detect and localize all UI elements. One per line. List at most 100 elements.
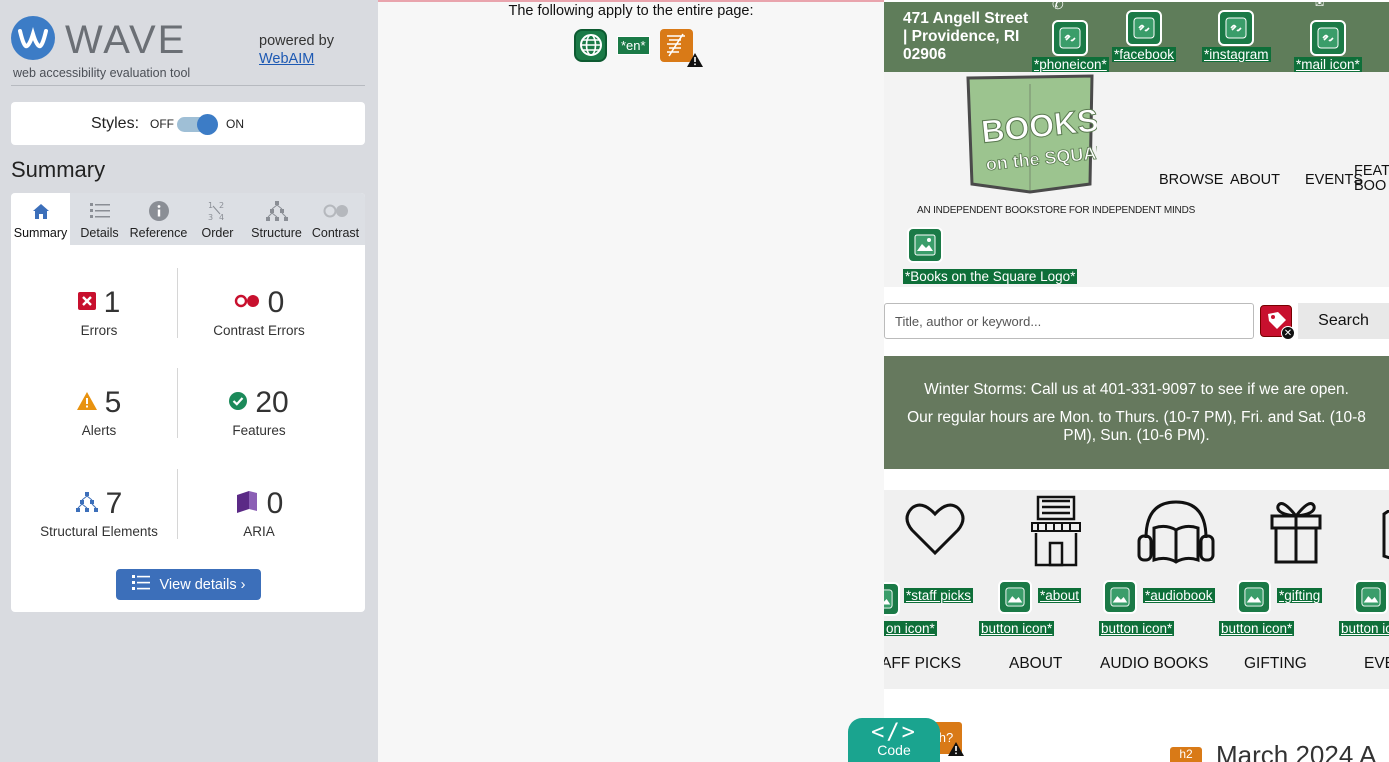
powered-by-text: powered by (259, 33, 334, 49)
image-alt-icon[interactable] (907, 227, 943, 263)
audiobook-icon[interactable] (1136, 498, 1216, 571)
events-alt-2: button ico (1339, 621, 1389, 636)
category-gifting[interactable]: GIFTING (1244, 655, 1307, 673)
stat-divider (177, 268, 178, 338)
category-events[interactable]: EVE (1364, 655, 1389, 673)
search-button[interactable]: Search (1298, 303, 1389, 339)
stat-errors[interactable]: 1 Errors (24, 285, 174, 365)
social-instagram[interactable]: *instagram (1202, 10, 1271, 64)
contrast-error-icon (234, 294, 260, 313)
tab-structure[interactable]: Structure (247, 193, 306, 245)
styles-toggle[interactable] (177, 114, 218, 135)
search-row: ✕ Search (884, 303, 1389, 340)
alerts-count: 5 (104, 386, 122, 419)
wave-logo-row: WAVE web accessibility evaluation tool p… (11, 16, 365, 86)
stat-contrast-errors[interactable]: 0 Contrast Errors (184, 285, 334, 365)
styles-on-label: ON (226, 117, 244, 131)
phone-icon: ✆ (1052, 0, 1064, 12)
image-link-icon[interactable] (1103, 580, 1137, 614)
stat-structural[interactable]: 7 Structural Elements (24, 486, 174, 566)
social-facebook[interactable]: *facebook (1112, 10, 1177, 64)
category-audio-books[interactable]: AUDIO BOOKS (1100, 655, 1209, 673)
toggle-knob[interactable] (197, 114, 218, 135)
link-image-icon[interactable] (1052, 20, 1089, 56)
svg-text:1: 1 (208, 201, 213, 210)
tab-details[interactable]: Details (70, 193, 129, 245)
missing-label-error-icon[interactable]: ✕ (1260, 305, 1295, 340)
search-input[interactable] (884, 303, 1254, 339)
social-phone[interactable]: ✆ *phoneicon* (1032, 0, 1109, 74)
view-details-label: View details › (159, 576, 246, 593)
mail-icon: ✉ (1315, 0, 1325, 10)
list-icon (70, 200, 129, 222)
powered-by: powered by WebAIM (259, 32, 334, 68)
gift-icon[interactable] (1268, 496, 1324, 569)
audiobook-alt-1: *audiobook (1143, 588, 1215, 603)
code-button[interactable]: </> Code (848, 718, 940, 762)
staff-picks-alt-1: *staff picks (904, 588, 974, 603)
warning-badge-icon (948, 742, 964, 761)
wave-sidebar: WAVE web accessibility evaluation tool p… (0, 0, 378, 762)
alert-icon (76, 391, 97, 415)
errors-count: 1 (103, 286, 121, 319)
aria-label: ARIA (243, 524, 275, 539)
tab-bar: Summary Details Reference 1234 Order Str… (11, 193, 365, 245)
nav-about[interactable]: ABOUT (1230, 172, 1280, 188)
about-alt-1: *about (1038, 588, 1082, 603)
tab-summary[interactable]: Summary (11, 193, 70, 245)
store-icon[interactable] (1028, 495, 1084, 572)
notice-line-1: Winter Storms: Call us at 401-331-9097 t… (924, 381, 1349, 398)
tab-reference[interactable]: Reference (129, 193, 188, 245)
social-mail[interactable]: ✉ *mail icon* (1294, 0, 1362, 74)
errors-label: Errors (80, 323, 118, 338)
language-globe-icon[interactable] (574, 28, 607, 62)
site-top-bar: 471 Angell Street | Providence, RI 02906… (884, 0, 1389, 74)
category-band: *staff picks on icon* *about button icon… (884, 490, 1389, 689)
structural-count: 7 (105, 487, 123, 520)
heart-icon[interactable] (904, 498, 966, 565)
code-button-label: Code (877, 742, 911, 758)
list-icon (131, 575, 150, 594)
view-details-button[interactable]: View details › (116, 569, 261, 600)
feature-icon (229, 391, 248, 415)
image-link-icon[interactable] (998, 580, 1032, 614)
link-image-icon[interactable] (1218, 10, 1255, 46)
contrast-errors-count: 0 (267, 286, 285, 319)
aria-icon (235, 490, 259, 518)
nav-browse[interactable]: BROWSE (1159, 172, 1223, 188)
tab-contrast-label: Contrast (311, 226, 360, 240)
store-tagline: AN INDEPENDENT BOOKSTORE FOR INDEPENDENT… (917, 205, 1196, 216)
stat-aria[interactable]: 0 ARIA (184, 486, 334, 566)
link-image-icon[interactable] (1309, 20, 1346, 56)
events-icon[interactable] (1382, 508, 1389, 565)
books-on-the-square-logo[interactable]: BOOKS on the SQUARE (962, 74, 1123, 196)
h2-heading-icon[interactable]: h2 (1170, 747, 1202, 762)
order-icon: 1234 (188, 200, 247, 222)
category-about[interactable]: ABOUT (1009, 655, 1062, 673)
image-link-icon[interactable] (1237, 580, 1271, 614)
stat-features[interactable]: 20 Features (184, 385, 334, 465)
tab-reference-label: Reference (129, 226, 188, 240)
tab-structure-label: Structure (251, 226, 302, 240)
image-link-icon[interactable] (1354, 580, 1388, 614)
image-link-icon[interactable] (884, 582, 900, 616)
gifting-alt-1: *gifting (1277, 588, 1323, 603)
wave-logo-word: WAVE (65, 18, 187, 62)
structural-label: Structural Elements (40, 524, 158, 539)
error-icon (77, 291, 96, 315)
social-mail-label: *mail icon* (1294, 57, 1362, 72)
tab-contrast[interactable]: Contrast (306, 193, 365, 245)
skip-link-alert-icon[interactable] (659, 28, 703, 67)
tab-details-label: Details (80, 226, 119, 240)
social-phone-label: *phoneicon* (1032, 57, 1109, 72)
link-image-icon[interactable] (1126, 10, 1163, 46)
stat-alerts[interactable]: 5 Alerts (24, 385, 174, 465)
nav-featured[interactable]: FEATU BOO (1354, 164, 1389, 194)
home-icon (11, 200, 70, 222)
webaim-link[interactable]: WebAIM (259, 51, 314, 67)
stat-divider (177, 469, 178, 539)
category-staff-picks[interactable]: AFF PICKS (884, 655, 961, 673)
styles-label: Styles: (91, 115, 140, 132)
wave-logo-icon (11, 16, 55, 60)
tab-order[interactable]: 1234 Order (188, 193, 247, 245)
